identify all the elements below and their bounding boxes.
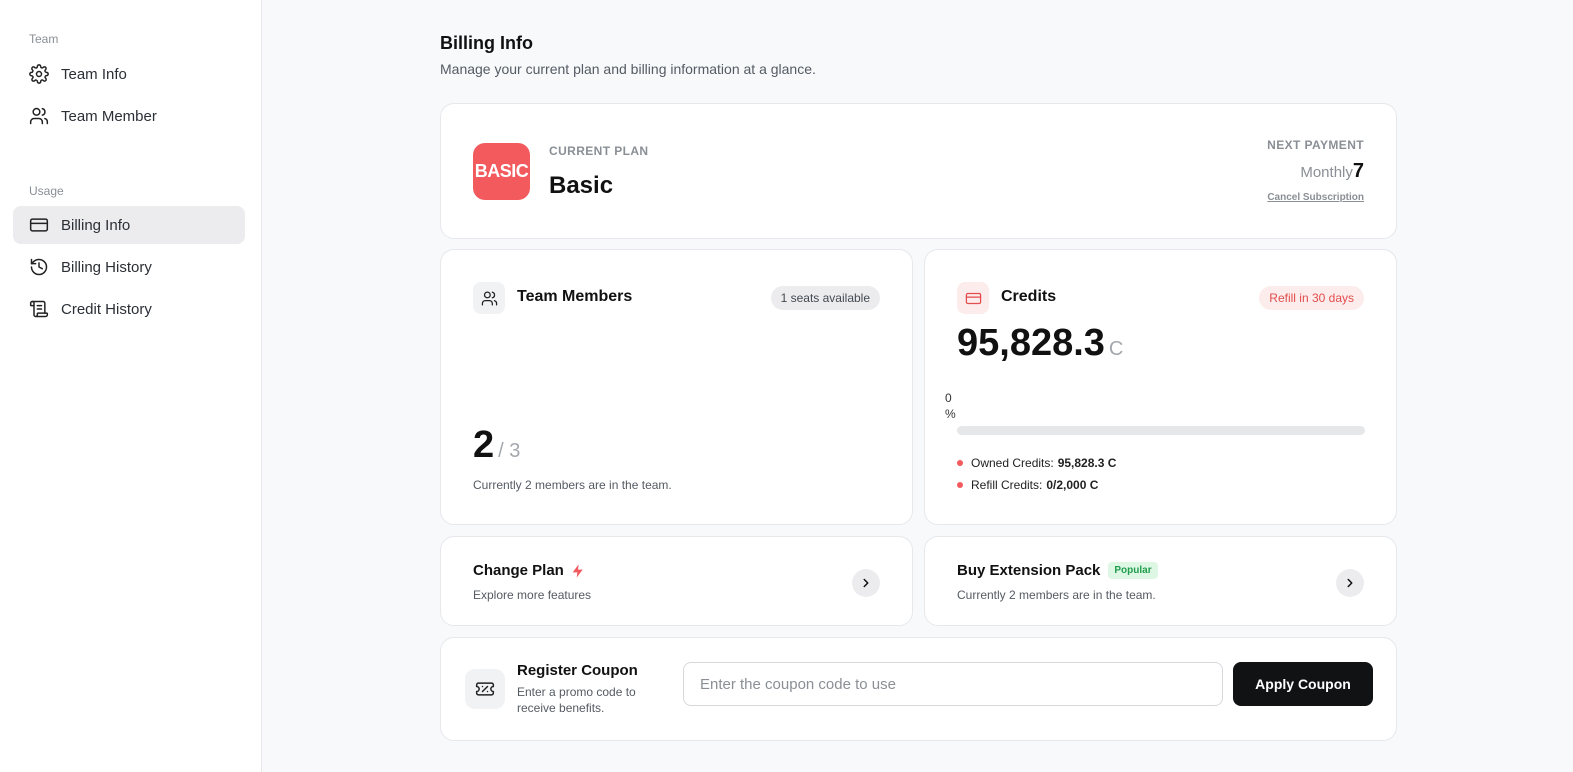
credits-title: Credits	[1001, 288, 1057, 305]
buy-extension-button[interactable]	[1336, 569, 1364, 597]
page-title: Billing Info	[440, 33, 533, 53]
current-plan-card: BASIC CURRENT PLAN Basic NEXT PAYMENT Mo…	[440, 103, 1397, 239]
next-payment-label: NEXT PAYMENT	[1267, 138, 1364, 152]
members-description: Currently 2 members are in the team.	[473, 478, 672, 492]
refill-badge: Refill in 30 days	[1259, 286, 1364, 310]
credit-card-icon	[29, 218, 49, 232]
buy-extension-label: Buy Extension Pack	[957, 562, 1101, 579]
credits-amount: 95,828.3 C	[957, 322, 1123, 365]
sidebar-item-label: Team Info	[61, 65, 127, 83]
cancel-subscription-link[interactable]: Cancel Subscription	[1267, 192, 1364, 203]
popular-badge: Popular	[1108, 562, 1158, 579]
credits-progress-label: 0 %	[945, 391, 956, 421]
current-plan-label: CURRENT PLAN	[549, 144, 649, 158]
change-plan-label: Change Plan	[473, 562, 564, 579]
team-members-icon-box	[473, 282, 505, 314]
refill-credits-line: Refill Credits: 0/2,000 C	[957, 478, 1098, 492]
credits-card: Credits Refill in 30 days 95,828.3 C 0 % …	[924, 249, 1397, 525]
team-members-title: Team Members	[517, 288, 633, 305]
chevron-right-icon	[863, 578, 869, 588]
credits-progress-bar	[957, 426, 1365, 435]
change-plan-button[interactable]	[852, 569, 880, 597]
next-payment-amount: 7	[1352, 160, 1364, 182]
history-icon	[30, 258, 48, 276]
change-plan-title: Change Plan	[473, 562, 586, 579]
sidebar: Team Team Info Team Member Usage Billing…	[0, 0, 262, 772]
sidebar-section-team: Team	[29, 32, 59, 46]
sidebar-item-billing-history[interactable]: Billing History	[13, 248, 245, 286]
seats-available-badge: 1 seats available	[770, 286, 880, 310]
coupon-icon-box	[465, 669, 505, 709]
owned-credits-line: Owned Credits: 95,828.3 C	[957, 456, 1116, 470]
credits-icon-box	[957, 282, 989, 314]
lightning-icon	[572, 563, 583, 578]
members-count: 2/ 3	[473, 424, 520, 467]
next-payment-value: Monthly7	[1300, 160, 1364, 183]
members-total: / 3	[498, 440, 521, 462]
sidebar-item-label: Billing Info	[61, 216, 131, 234]
chevron-right-icon	[1347, 578, 1353, 588]
users-icon	[481, 290, 497, 306]
sidebar-section-usage: Usage	[29, 184, 64, 198]
coupon-code-input[interactable]	[683, 662, 1223, 706]
refill-credits-value: 0/2,000 C	[1046, 478, 1099, 492]
buy-extension-card[interactable]: Buy Extension Pack Popular Currently 2 m…	[924, 536, 1397, 626]
buy-extension-title: Buy Extension Pack Popular	[957, 562, 1158, 579]
scroll-icon	[29, 300, 49, 318]
sidebar-item-billing-info[interactable]: Billing Info	[13, 206, 245, 244]
sidebar-item-team-member[interactable]: Team Member	[13, 97, 245, 135]
owned-credits-value: 95,828.3 C	[1057, 456, 1117, 470]
next-payment-cycle: Monthly	[1300, 164, 1353, 181]
refill-credits-label: Refill Credits:	[971, 478, 1043, 492]
register-coupon-title: Register Coupon	[517, 662, 638, 679]
gear-icon	[29, 64, 49, 84]
bullet-dot	[957, 460, 963, 466]
change-plan-card[interactable]: Change Plan Explore more features	[440, 536, 913, 626]
sidebar-item-label: Billing History	[61, 258, 152, 276]
credits-unit: C	[1108, 338, 1124, 360]
plan-logo: BASIC	[473, 143, 530, 200]
credits-value: 95,828.3	[957, 322, 1105, 364]
change-plan-subtitle: Explore more features	[473, 588, 592, 602]
team-members-card: Team Members 1 seats available 2/ 3 Curr…	[440, 249, 913, 525]
register-coupon-subtitle: Enter a promo code to receive benefits.	[517, 685, 636, 715]
apply-coupon-button[interactable]: Apply Coupon	[1233, 662, 1373, 706]
buy-extension-subtitle: Currently 2 members are in the team.	[957, 588, 1156, 602]
ticket-icon	[475, 682, 495, 696]
bullet-dot	[957, 482, 963, 488]
members-current: 2	[473, 424, 495, 466]
users-icon	[29, 107, 49, 125]
sidebar-item-credit-history[interactable]: Credit History	[13, 290, 245, 328]
sidebar-item-label: Credit History	[61, 300, 152, 318]
owned-credits-label: Owned Credits:	[971, 456, 1054, 470]
sidebar-item-label: Team Member	[61, 107, 157, 125]
page-subtitle: Manage your current plan and billing inf…	[440, 61, 816, 77]
register-coupon-card: Register Coupon Enter a promo code to re…	[440, 637, 1397, 741]
sidebar-item-team-info[interactable]: Team Info	[13, 55, 245, 93]
current-plan-name: Basic	[549, 172, 614, 199]
credit-card-icon	[965, 292, 981, 304]
